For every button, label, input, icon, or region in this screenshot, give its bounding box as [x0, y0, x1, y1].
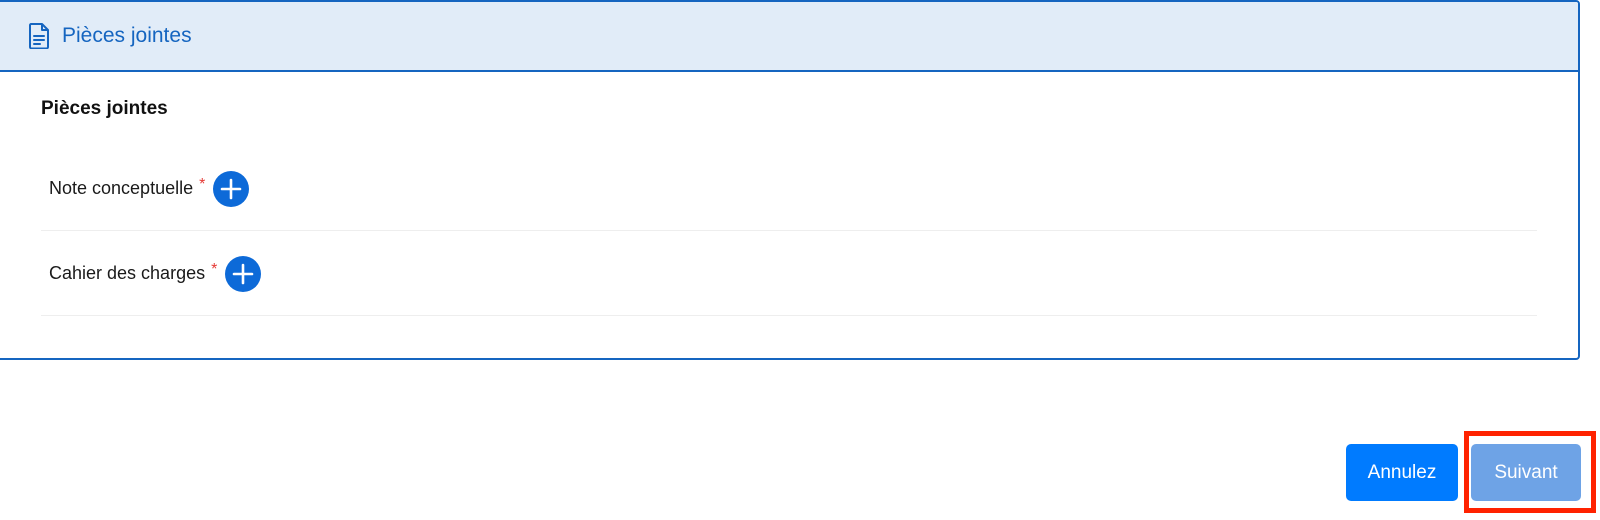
card-header: Pièces jointes	[0, 2, 1578, 72]
section-title: Pièces jointes	[41, 98, 168, 119]
attachment-row-note-conceptuelle: Note conceptuelle *	[41, 147, 1537, 231]
plus-icon	[233, 263, 254, 284]
attachment-label: Cahier des charges	[49, 263, 206, 283]
attachment-label: Note conceptuelle	[49, 178, 194, 198]
add-note-conceptuelle-button[interactable]	[213, 170, 250, 207]
required-marker: *	[211, 260, 218, 278]
required-marker: *	[199, 175, 206, 193]
card-title: Pièces jointes	[62, 24, 192, 47]
cancel-button[interactable]: Annulez	[1346, 444, 1458, 501]
next-button[interactable]: Suivant	[1471, 444, 1581, 501]
document-icon	[28, 23, 50, 49]
add-cahier-des-charges-button[interactable]	[225, 255, 262, 292]
plus-icon	[221, 178, 242, 199]
attachment-row-cahier-des-charges: Cahier des charges *	[41, 232, 1537, 316]
attachments-card: Pièces jointes Pièces jointes Note conce…	[0, 0, 1580, 360]
